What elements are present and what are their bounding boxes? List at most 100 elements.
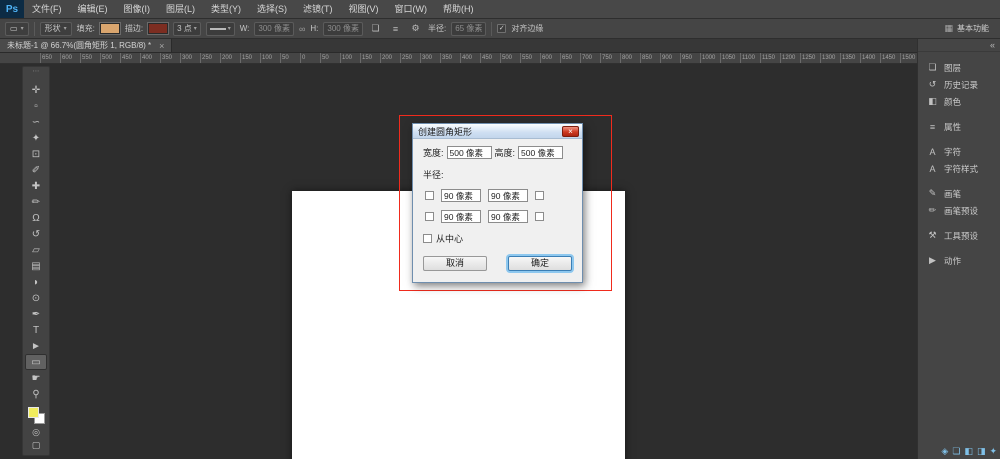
radius-bottom-left-input[interactable]	[441, 210, 481, 223]
fill-swatch[interactable]	[100, 23, 120, 34]
tool-preset-picker[interactable]: ▭ ▾	[5, 22, 29, 36]
hand-tool[interactable]: ☛	[25, 370, 47, 386]
panel-item-layers[interactable]: ❏ 图层	[918, 59, 1000, 76]
zoom-tool[interactable]: ⚲	[25, 386, 47, 402]
ok-button[interactable]: 确定	[508, 256, 572, 271]
photoshop-logo: Ps	[0, 0, 24, 18]
lasso-tool[interactable]: ∽	[25, 114, 47, 130]
collapse-panels-button[interactable]: «	[918, 39, 1000, 52]
menu-layer[interactable]: 图层(L)	[158, 0, 203, 18]
height-input[interactable]	[518, 146, 563, 159]
panel-item-brush[interactable]: ✎ 画笔	[918, 185, 1000, 202]
brush-presets-icon: ✏	[927, 205, 938, 216]
radius-field[interactable]: 65 像素	[451, 22, 486, 36]
close-icon[interactable]: ×	[159, 41, 164, 51]
healing-brush-tool[interactable]: ✚	[25, 178, 47, 194]
stroke-width-value: 3 点	[177, 23, 192, 34]
create-rounded-rectangle-dialog: 创建圆角矩形 × 宽度: 高度: 半径:	[412, 123, 583, 283]
divider	[34, 22, 35, 36]
menu-help[interactable]: 帮助(H)	[435, 0, 482, 18]
path-operations-icon[interactable]: ❏	[368, 22, 383, 36]
panel-dock: « ❏ 图层 ↺ 历史记录 ◧ 颜色 ≡	[917, 39, 1000, 459]
stroke-swatch[interactable]	[148, 23, 168, 34]
panel-item-actions[interactable]: ▶ 动作	[918, 252, 1000, 269]
link-radius-checkbox[interactable]	[425, 212, 434, 221]
from-center-checkbox[interactable]	[423, 234, 432, 243]
stroke-style-select[interactable]: ▾	[206, 22, 235, 36]
radius-bottom-right-input[interactable]	[488, 210, 528, 223]
path-selection-tool[interactable]: ►	[25, 338, 47, 354]
eyedropper-tool[interactable]: ✐	[25, 162, 47, 178]
document-tab[interactable]: 未标题-1 @ 66.7%(圆角矩形 1, RGB/8) * ×	[0, 39, 172, 52]
cancel-button[interactable]: 取消	[423, 256, 487, 271]
character-icon: A	[927, 147, 938, 157]
link-radius-checkbox[interactable]	[535, 212, 544, 221]
ruler-label: 900	[660, 53, 680, 63]
eraser-tool[interactable]: ▱	[25, 242, 47, 258]
menu-view[interactable]: 视图(V)	[341, 0, 387, 18]
brush-tool[interactable]: ✏	[25, 194, 47, 210]
ruler-label: 100	[260, 53, 280, 63]
panel-item-color[interactable]: ◧ 颜色	[918, 93, 1000, 110]
ruler-label: 1500	[900, 53, 917, 63]
dock-icon-2[interactable]: ❏	[952, 446, 960, 457]
link-radius-checkbox[interactable]	[425, 191, 434, 200]
ruler-label: 450	[120, 53, 140, 63]
panel-item-label: 历史记录	[944, 79, 978, 91]
clone-stamp-tool[interactable]: Ω	[25, 210, 47, 226]
pen-tool[interactable]: ✒	[25, 306, 47, 322]
rectangular-marquee-tool[interactable]: ▫	[25, 98, 47, 114]
rounded-rectangle-tool[interactable]: ▭	[25, 354, 47, 370]
radius-top-right-input[interactable]	[488, 189, 528, 202]
type-tool[interactable]: T	[25, 322, 47, 338]
foreground-color-swatch[interactable]	[28, 407, 39, 418]
gear-icon[interactable]: ⚙	[408, 22, 423, 36]
menu-image[interactable]: 图像(I)	[116, 0, 159, 18]
gradient-tool[interactable]: ▤	[25, 258, 47, 274]
menu-file[interactable]: 文件(F)	[24, 0, 70, 18]
ruler-label: 1050	[720, 53, 740, 63]
shape-height-field[interactable]: 300 像素	[323, 22, 363, 36]
stroke-width-field[interactable]: 3 点 ▾	[173, 22, 201, 36]
radius-top-left-input[interactable]	[441, 189, 481, 202]
path-alignment-icon[interactable]: ≡	[388, 22, 403, 36]
close-button[interactable]: ×	[562, 126, 579, 137]
panel-item-brush-presets[interactable]: ✏ 画笔预设	[918, 202, 1000, 219]
horizontal-ruler: 650 600 550 500 450 400 350 300 250 200 …	[40, 53, 917, 64]
crop-tool[interactable]: ⊡	[25, 146, 47, 162]
color-icon: ◧	[927, 96, 938, 107]
move-tool[interactable]: ✛	[25, 82, 47, 98]
quick-selection-tool[interactable]: ✦	[25, 130, 47, 146]
link-radius-checkbox[interactable]	[535, 191, 544, 200]
dock-icon-3[interactable]: ◧	[964, 446, 973, 457]
link-dimensions-icon[interactable]: ∞	[299, 24, 305, 34]
menu-select[interactable]: 选择(S)	[249, 0, 295, 18]
panel-item-tool-presets[interactable]: ⚒ 工具预设	[918, 227, 1000, 244]
blur-tool[interactable]: ◗	[25, 274, 47, 290]
history-brush-tool[interactable]: ↺	[25, 226, 47, 242]
menu-type[interactable]: 类型(Y)	[203, 0, 249, 18]
panel-item-properties[interactable]: ≡ 属性	[918, 118, 1000, 135]
panel-item-character[interactable]: A 字符	[918, 143, 1000, 160]
ruler-label: 350	[440, 53, 460, 63]
tool-mode-select[interactable]: 形状 ▾	[40, 22, 72, 36]
quick-mask-button[interactable]: ◎	[25, 426, 47, 439]
dock-icon-1[interactable]: ◈	[941, 446, 948, 457]
panel-item-character-styles[interactable]: A 字符样式	[918, 160, 1000, 177]
dock-icon-5[interactable]: ✦	[989, 446, 997, 457]
panel-item-list: ❏ 图层 ↺ 历史记录 ◧ 颜色 ≡ 属性	[918, 52, 1000, 269]
dock-icon-4[interactable]: ◨	[977, 446, 986, 457]
menu-window[interactable]: 窗口(W)	[387, 0, 436, 18]
workspace-switcher[interactable]: ▦ 基本功能	[944, 23, 995, 34]
align-edges-checkbox[interactable]: ✓	[497, 24, 506, 33]
dialog-titlebar[interactable]: 创建圆角矩形 ×	[413, 124, 582, 139]
menu-filter[interactable]: 滤镜(T)	[295, 0, 341, 18]
menu-edit[interactable]: 编辑(E)	[70, 0, 116, 18]
shape-width-field[interactable]: 300 像素	[254, 22, 294, 36]
width-input[interactable]	[447, 146, 492, 159]
ruler-label: 300	[420, 53, 440, 63]
ruler-label: 0	[300, 53, 320, 63]
panel-item-history[interactable]: ↺ 历史记录	[918, 76, 1000, 93]
screen-mode-button[interactable]: ▢	[25, 439, 47, 452]
dodge-tool[interactable]: ⊙	[25, 290, 47, 306]
